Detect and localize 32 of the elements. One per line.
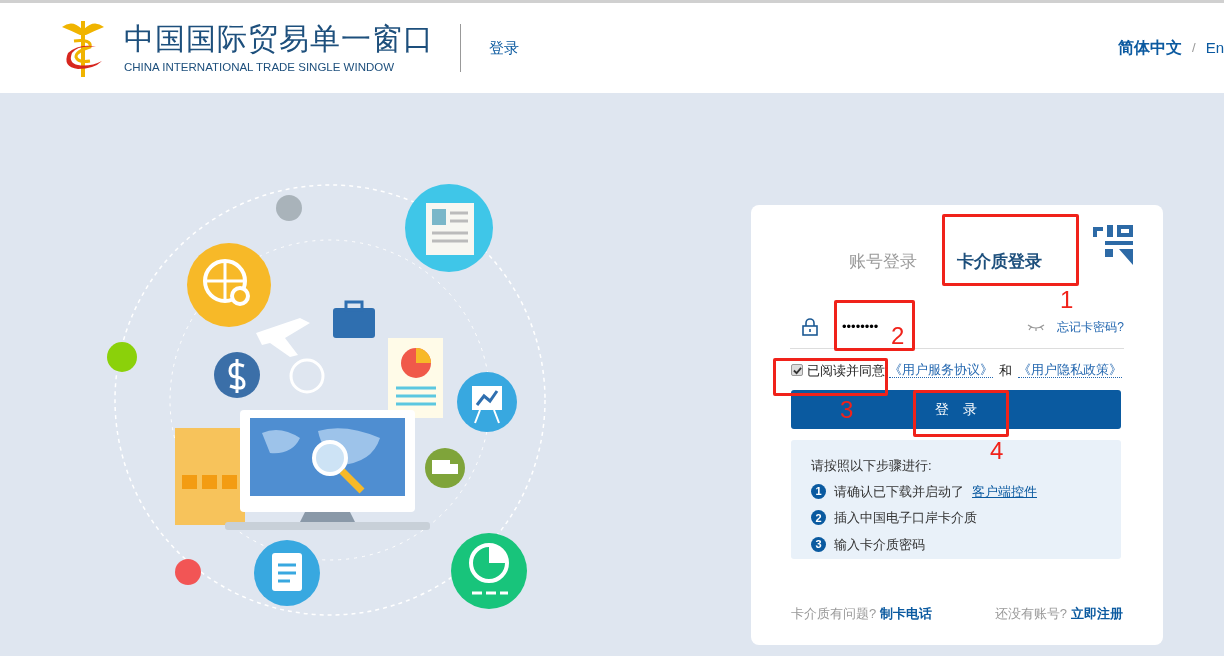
site-subtitle: CHINA INTERNATIONAL TRADE SINGLE WINDOW xyxy=(124,60,396,75)
register-link[interactable]: 立即注册 xyxy=(1071,603,1123,623)
client-control-link[interactable]: 客户端控件 xyxy=(972,481,1037,501)
login-link[interactable]: 登录 xyxy=(489,36,519,60)
language-option[interactable]: 简体中文 xyxy=(1118,36,1182,60)
annotation-number: 3 xyxy=(840,398,854,422)
qr-code-icon[interactable] xyxy=(1091,223,1135,265)
step-number: 2 xyxy=(811,510,826,526)
language-option[interactable]: En xyxy=(1205,36,1224,60)
no-account-text: 还没有账号? xyxy=(994,604,1067,623)
step-number: 3 xyxy=(811,536,826,552)
card-phone-link[interactable]: 制卡电话 xyxy=(880,603,933,623)
annotation-number: 2 xyxy=(891,324,905,348)
login-tab[interactable]: 卡介质登录 xyxy=(957,249,1042,275)
step-text: 插入中国电子口岸卡介质 xyxy=(834,509,977,527)
service-agreement-link[interactable]: 《用户服务协议》 xyxy=(889,362,993,379)
annotation-number: 1 xyxy=(1060,288,1074,312)
agreement-checkbox[interactable] xyxy=(791,364,803,377)
conjunction-text: 和 xyxy=(999,361,1012,380)
eye-closed-icon[interactable] xyxy=(1027,323,1046,331)
steps-title: 请按照以下步骤进行: xyxy=(811,457,933,475)
lock-icon xyxy=(802,318,818,336)
step-text: 请确认已下载并启动了 xyxy=(834,482,964,501)
annotation-number: 4 xyxy=(990,439,1004,463)
language-separator: / xyxy=(1192,39,1196,58)
privacy-policy-link[interactable]: 《用户隐私政策》 xyxy=(1018,362,1122,379)
site-title: 中国国际贸易单一窗口 xyxy=(124,21,434,57)
agreement-text: 已阅读并同意 xyxy=(807,361,885,380)
card-problem-text: 卡介质有问题? xyxy=(791,604,877,623)
step-text: 输入卡介质密码 xyxy=(834,535,925,554)
forgot-password-link[interactable]: 忘记卡密码? xyxy=(1057,318,1124,336)
step-number: 1 xyxy=(811,483,826,499)
